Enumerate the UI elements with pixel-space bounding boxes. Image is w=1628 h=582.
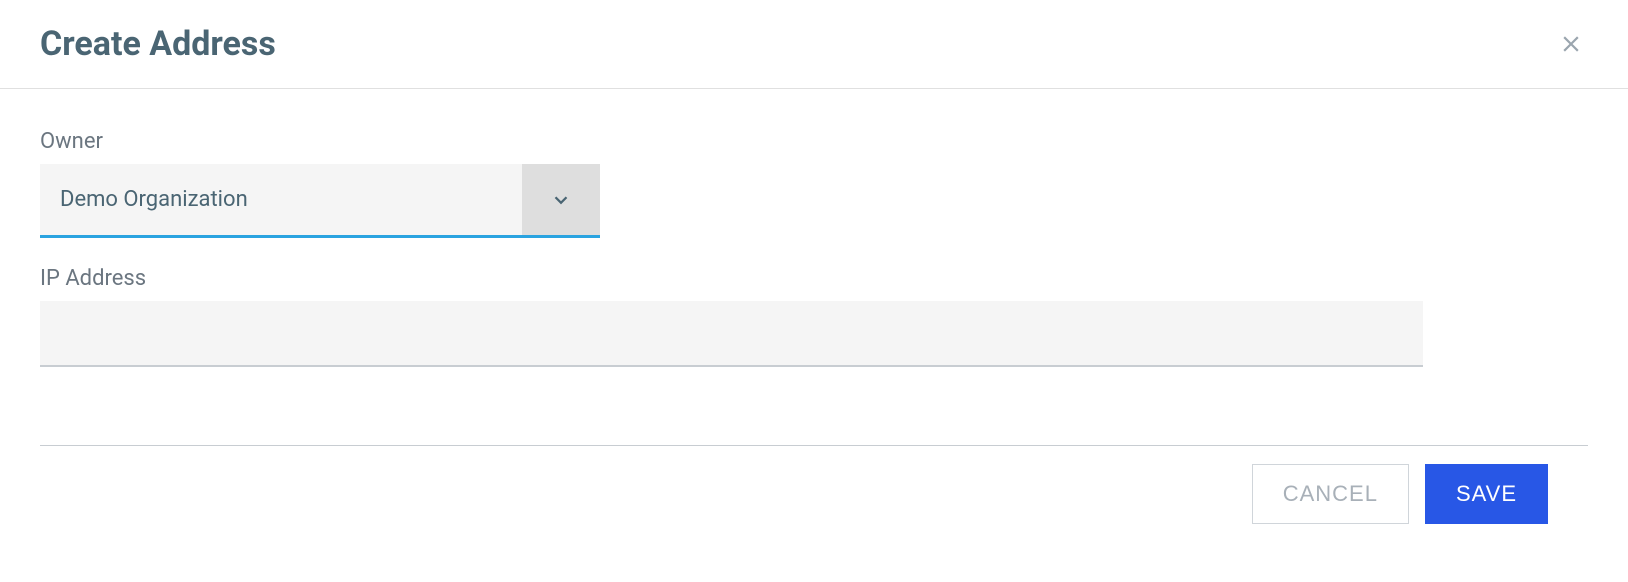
owner-select-value: Demo Organization <box>40 187 522 212</box>
chevron-down-icon <box>550 189 572 211</box>
cancel-button[interactable]: CANCEL <box>1252 464 1409 524</box>
owner-select-arrow <box>522 164 600 235</box>
modal-title: Create Address <box>40 24 276 64</box>
modal-header: Create Address <box>0 0 1628 89</box>
close-icon <box>1558 31 1584 57</box>
owner-field-group: Owner Demo Organization <box>40 129 1588 238</box>
owner-select[interactable]: Demo Organization <box>40 164 600 238</box>
owner-label: Owner <box>40 129 1588 154</box>
modal-body: Owner Demo Organization IP Address <box>0 89 1628 445</box>
ip-address-input[interactable] <box>40 301 1423 367</box>
close-button[interactable] <box>1554 27 1588 61</box>
modal-footer: CANCEL SAVE <box>40 445 1588 542</box>
save-button[interactable]: SAVE <box>1425 464 1548 524</box>
create-address-modal: Create Address Owner Demo Organization I… <box>0 0 1628 582</box>
ip-address-label: IP Address <box>40 266 1588 291</box>
ip-address-field-group: IP Address <box>40 266 1588 367</box>
